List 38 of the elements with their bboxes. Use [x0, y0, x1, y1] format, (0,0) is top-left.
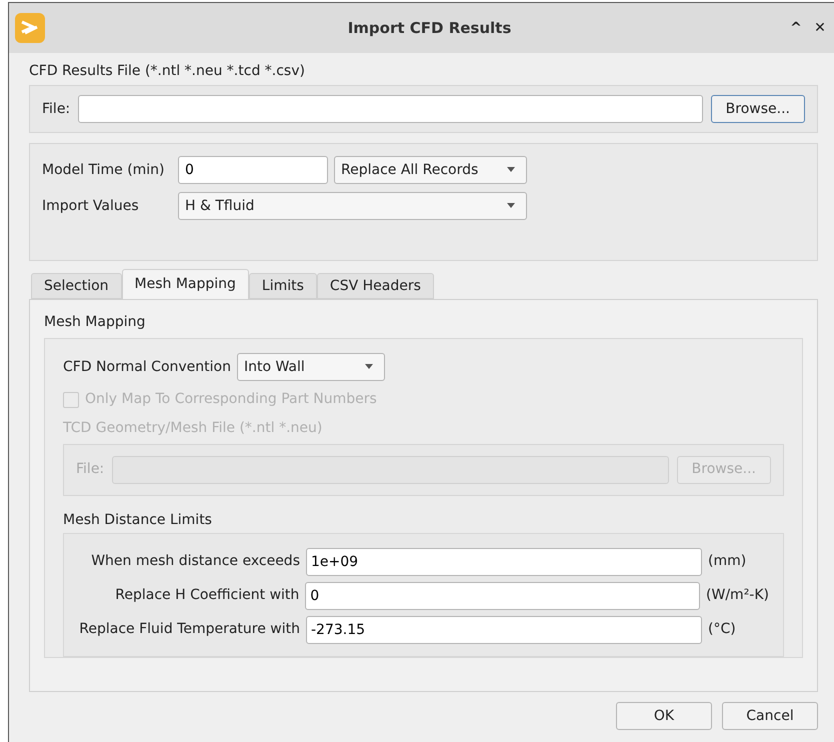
- record-mode-dropdown[interactable]: Replace All Records: [334, 156, 527, 184]
- caret-icon: [364, 364, 374, 370]
- limit-label: When mesh distance exceeds: [90, 552, 300, 572]
- distance-limits-title: Mesh Distance Limits: [63, 510, 213, 530]
- limit-label: Replace Fluid Temperature with: [78, 620, 300, 640]
- tab[interactable]: CSV Headers: [316, 273, 434, 299]
- model-time-label: Model Time (min): [42, 160, 166, 180]
- limit-field[interactable]: -273.15: [306, 616, 702, 644]
- tab[interactable]: Selection: [31, 273, 122, 299]
- normal-convention-label: CFD Normal Convention: [63, 358, 231, 376]
- unit-label: (°C): [708, 620, 736, 640]
- collapse-button[interactable]: ^: [784, 18, 808, 38]
- window-title: Import CFD Results: [346, 18, 512, 39]
- file-label: File:: [76, 460, 104, 480]
- caret-icon: [506, 167, 516, 173]
- caret-icon: [506, 203, 516, 209]
- limit-field[interactable]: 0: [305, 582, 700, 610]
- app-logo-icon: [15, 13, 45, 43]
- file-field[interactable]: [78, 95, 703, 123]
- checkbox-label: Only Map To Corresponding Part Numbers: [85, 390, 377, 410]
- file-label: File:: [42, 100, 70, 118]
- tab[interactable]: Mesh Mapping: [122, 269, 249, 299]
- tab[interactable]: Limits: [248, 273, 317, 299]
- import-values-label: Import Values: [42, 196, 140, 216]
- panel-title: Mesh Mapping: [44, 313, 146, 332]
- unit-label: (mm): [708, 552, 746, 572]
- unit-label: (W/m²-K): [706, 586, 769, 606]
- import-values-dropdown[interactable]: H & Tfluid: [178, 192, 527, 220]
- limit-label: Replace H Coefficient with: [114, 586, 300, 606]
- model-time-field[interactable]: 0: [178, 156, 328, 184]
- browse-button[interactable]: Browse...: [710, 95, 805, 123]
- close-button[interactable]: ✕: [808, 18, 832, 38]
- geometry-file-label: TCD Geometry/Mesh File (*.ntl *.neu): [63, 419, 324, 438]
- normal-convention-dropdown[interactable]: Into Wall: [236, 353, 385, 381]
- section-label: CFD Results File (*.ntl *.neu *.tcd *.csv): [29, 62, 306, 81]
- ok-button[interactable]: OK: [616, 702, 712, 730]
- cancel-button[interactable]: Cancel: [722, 702, 818, 730]
- limit-field[interactable]: 1e+09: [306, 548, 702, 576]
